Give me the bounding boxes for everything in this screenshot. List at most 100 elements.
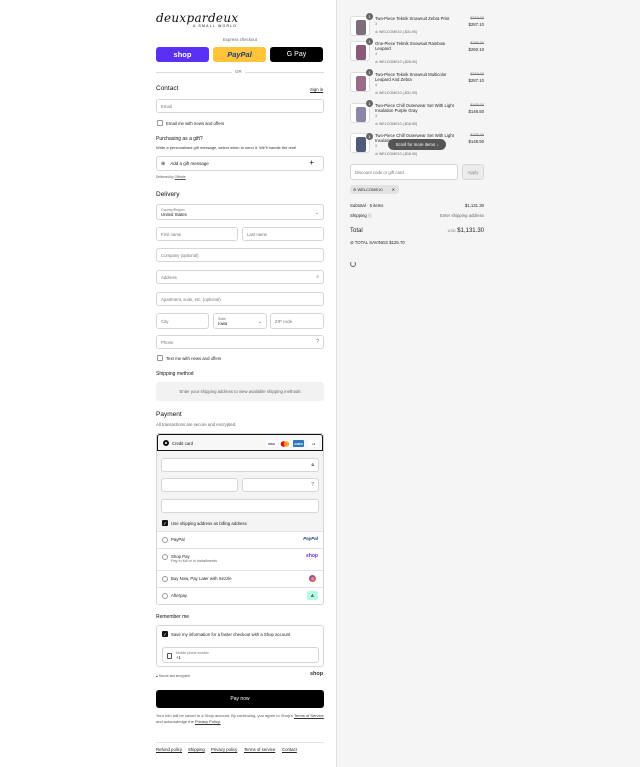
first-name-field[interactable]: First name: [156, 227, 238, 241]
google-pay-button[interactable]: G Pay: [270, 47, 323, 62]
help-icon[interactable]: ?: [316, 339, 319, 345]
pay-now-button[interactable]: Pay now: [156, 690, 324, 708]
gift-heading: Purchasing as a gift?: [156, 136, 203, 142]
mobile-value: +1: [176, 654, 181, 660]
gift-icon: ⊕: [161, 160, 166, 167]
product-name: Two-Piece Chill Outerwear Set With Light…: [375, 103, 454, 114]
last-name-field[interactable]: Last name: [242, 227, 324, 241]
currency: USD: [447, 229, 456, 233]
total-value: $1,131.30: [457, 228, 484, 234]
terms-link[interactable]: Terms of Service: [294, 713, 324, 718]
name-on-card-field[interactable]: [161, 499, 319, 513]
paypal-button[interactable]: PayPal: [213, 47, 266, 62]
credit-card-form: 🔒︎ ? ✓ Use shipping address as billing a…: [157, 451, 323, 531]
paypal-label: PayPal: [171, 537, 185, 542]
remove-icon[interactable]: ✕: [392, 187, 395, 192]
discount-code-field[interactable]: Discount code or gift card: [350, 164, 458, 180]
more-cards-badge: +4: [308, 440, 319, 447]
product-image: [356, 107, 366, 122]
remember-me-box: ✓ Save my information for a faster check…: [156, 625, 324, 667]
shop-pay-sub: Pay in full or in installments: [171, 559, 218, 563]
terms-of-service-link[interactable]: Terms of service: [244, 747, 275, 752]
apply-button[interactable]: Apply: [462, 164, 484, 180]
privacy-policy-link[interactable]: Privacy policy: [211, 747, 237, 752]
refund-policy-link[interactable]: Refund policy: [156, 747, 182, 752]
credit-card-label: Credit card: [172, 441, 194, 446]
billing-address-label: Use shipping address as billing address: [171, 521, 247, 526]
savings-row: ⊘ TOTAL SAVINGS $125.70: [350, 240, 484, 246]
cart-item: 1 Two-Piece Chill Outerwear Set With Lig…: [350, 100, 484, 127]
text-news-checkbox[interactable]: [157, 355, 163, 361]
sezzle-option[interactable]: Buy Now, Pay Later with Sezzle S: [157, 570, 323, 587]
state-select[interactable]: State Iowa ⌄: [213, 313, 267, 329]
shop-pay-logo-icon: shop: [306, 553, 318, 559]
save-info-checkbox[interactable]: ✓: [162, 631, 168, 637]
product-image: [356, 76, 366, 91]
chevron-down-icon: ⌄: [257, 319, 262, 325]
paypal-radio[interactable]: [162, 537, 168, 543]
address-field[interactable]: Address ⌕: [156, 270, 324, 284]
giftnote-link[interactable]: Giftnote: [175, 175, 186, 179]
contact-link[interactable]: Contact: [282, 747, 297, 752]
scroll-more-button[interactable]: Scroll for more items ↓: [388, 139, 446, 150]
scroll-hint-text: Scroll for more items: [395, 142, 436, 147]
mobile-phone-field[interactable]: Mobile phone number +1: [162, 647, 319, 663]
store-logo[interactable]: deuxpardeux A SMALL WORLD: [156, 12, 246, 28]
email-news-checkbox[interactable]: [157, 120, 163, 126]
expiration-date-field[interactable]: [161, 478, 238, 492]
country-select[interactable]: Country/Region United States ⌄: [156, 204, 324, 220]
original-price: $319.00: [470, 72, 484, 76]
sezzle-radio[interactable]: [162, 576, 168, 582]
address-placeholder: Address: [161, 274, 177, 280]
billing-address-checkbox[interactable]: ✓: [162, 520, 168, 526]
tag-icon: ⊘: [350, 240, 354, 245]
product-image: [356, 137, 366, 152]
quantity-badge: 1: [366, 100, 373, 107]
company-field[interactable]: Company (optional): [156, 248, 324, 262]
security-code-field[interactable]: ?: [242, 478, 319, 492]
credit-card-option[interactable]: Credit card VISA AMEX +4: [157, 434, 323, 451]
zip-field[interactable]: ZIP code: [270, 313, 324, 329]
afterpay-radio[interactable]: [162, 593, 168, 599]
or-separator: OR: [232, 69, 245, 74]
add-gift-message-button[interactable]: ⊕ Add a gift message +: [156, 156, 324, 171]
phone-field[interactable]: Phone?: [156, 335, 324, 349]
afterpay-option[interactable]: Afterpay A: [157, 587, 323, 605]
product-image: [356, 20, 366, 35]
paypal-option[interactable]: PayPal PayPal: [157, 531, 323, 548]
discount-text: WELCOME10 (-$31.90): [379, 30, 418, 34]
cart-item: 1 One-Piece Teknik Snowsuit Rainbow Leop…: [350, 38, 484, 65]
sign-in-link[interactable]: Sign in: [310, 87, 323, 92]
apartment-field[interactable]: Apartment, suite, etc. (optional): [156, 292, 324, 306]
privacy-link[interactable]: Privacy Policy.: [195, 719, 221, 724]
applied-code: WELCOME10: [357, 187, 383, 192]
apartment-placeholder: Apartment, suite, etc. (optional): [161, 296, 221, 302]
cart-item: 1 Two-Piece Teknik Snowsuit Zebra Print …: [350, 13, 484, 40]
visa-icon: VISA: [266, 440, 277, 447]
email-placeholder: Email: [161, 103, 172, 109]
help-icon[interactable]: ?: [311, 482, 314, 488]
product-discount: ⊘ WELCOME10 (-$28.90): [375, 60, 418, 64]
city-field[interactable]: City: [156, 313, 209, 329]
product-image: [356, 45, 366, 60]
logo-tagline: A SMALL WORLD: [193, 24, 238, 28]
payment-heading: Payment: [156, 411, 182, 418]
original-price: $165.00: [470, 103, 484, 107]
phone-icon: [167, 653, 172, 659]
afterpay-logo-icon: A: [307, 591, 318, 600]
discount-text: WELCOME10 (-$16.50): [379, 152, 418, 156]
shop-pay-radio[interactable]: [162, 554, 168, 560]
sale-price: $287.10: [468, 22, 484, 27]
shop-pay-button[interactable]: shop: [156, 47, 209, 62]
company-placeholder: Company (optional): [161, 252, 199, 258]
legal-and: and acknowledge the: [156, 718, 194, 724]
phone-placeholder: Phone: [161, 339, 174, 345]
shipping-link[interactable]: Shipping: [188, 747, 205, 752]
footer-divider: [156, 742, 324, 743]
credit-card-radio[interactable]: [163, 440, 169, 446]
email-field[interactable]: Email: [156, 99, 324, 113]
secure-note: 🔒︎ Secure and encrypted: [156, 674, 190, 678]
help-icon[interactable]: ⓘ: [368, 214, 372, 218]
shop-pay-option[interactable]: Shop Pay Pay in full or in installments …: [157, 548, 323, 570]
card-number-field[interactable]: 🔒︎: [161, 458, 319, 472]
